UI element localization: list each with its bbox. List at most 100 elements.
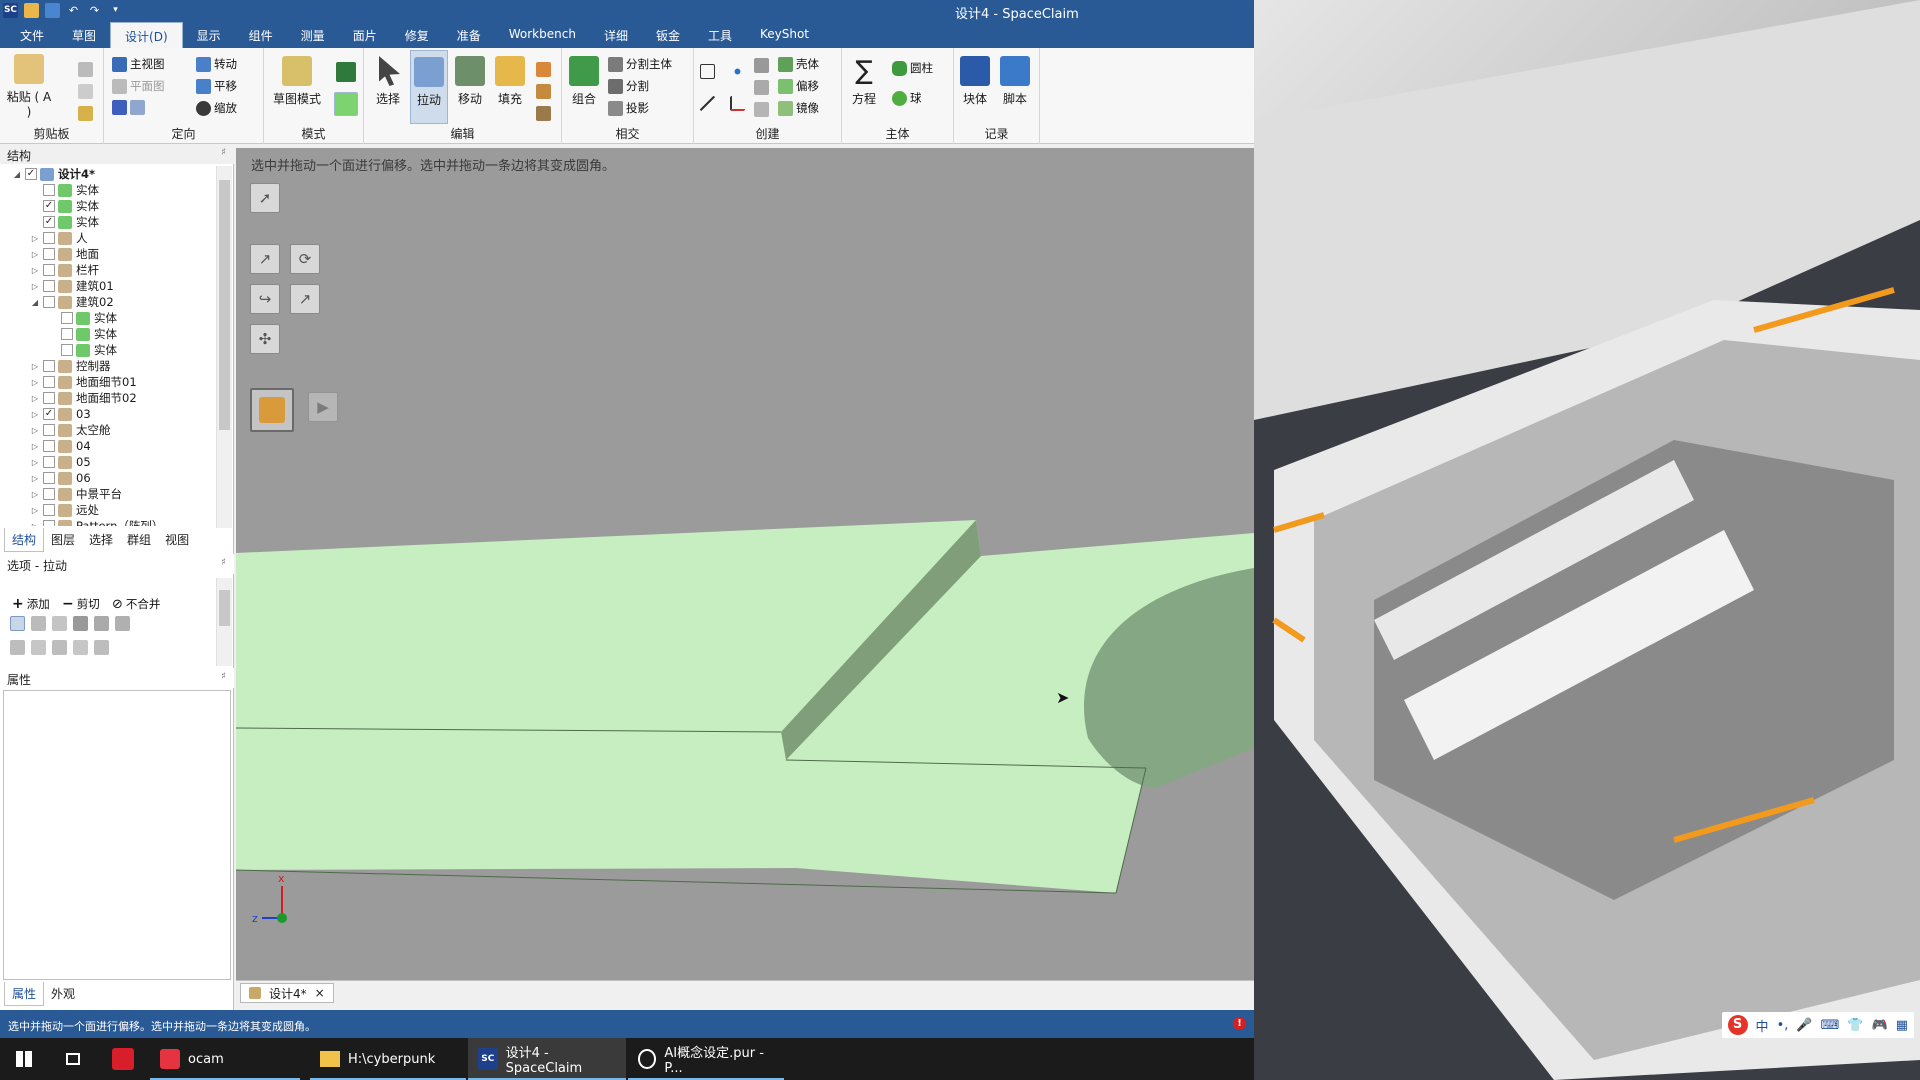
expand-arrow-icon[interactable]: ◢: [12, 170, 22, 179]
taskbar-painter[interactable]: AI概念设定.pur - P...: [628, 1038, 784, 1080]
linear-pattern-icon[interactable]: [754, 58, 769, 73]
pin-icon[interactable]: ♯: [221, 671, 226, 682]
visibility-checkbox[interactable]: [61, 328, 73, 340]
cylinder-button[interactable]: 圆柱: [892, 60, 933, 76]
no-merge-option[interactable]: ⊘ 不合并: [112, 596, 160, 612]
select-tool-button[interactable]: 选择: [370, 56, 406, 107]
visibility-checkbox[interactable]: [43, 456, 55, 468]
expand-arrow-icon[interactable]: ◢: [30, 298, 40, 307]
visibility-checkbox[interactable]: [43, 232, 55, 244]
visibility-checkbox[interactable]: ✓: [43, 408, 55, 420]
visibility-checkbox[interactable]: [43, 360, 55, 372]
save-icon[interactable]: [45, 3, 60, 18]
visibility-checkbox[interactable]: [43, 440, 55, 452]
complete-tool-button[interactable]: [250, 388, 294, 432]
option-tool-icon[interactable]: [73, 616, 88, 631]
plane-icon[interactable]: [700, 64, 715, 79]
taskbar-ocam[interactable]: ocam: [150, 1038, 300, 1080]
tree-item[interactable]: ◢ ✓ 设计4*: [12, 166, 95, 182]
tweak-face-icon[interactable]: [536, 106, 551, 121]
expand-arrow-icon[interactable]: ▷: [30, 362, 40, 371]
tree-item[interactable]: ▷ 中景平台: [30, 486, 122, 502]
tree-item[interactable]: ▷ 栏杆: [30, 262, 99, 278]
pin-icon[interactable]: ♯: [221, 147, 226, 158]
tree-item[interactable]: 实体: [30, 182, 99, 198]
start-button[interactable]: [0, 1038, 48, 1080]
pin-icon[interactable]: ♯: [221, 557, 226, 568]
axis-icon[interactable]: [730, 96, 745, 111]
shell-button[interactable]: 壳体: [778, 56, 819, 72]
expand-arrow-icon[interactable]: ▷: [30, 490, 40, 499]
tab-structure[interactable]: 结构: [4, 528, 45, 552]
combine-button[interactable]: 组合: [566, 56, 602, 107]
sphere-button[interactable]: 球: [892, 90, 922, 106]
tab-prepare[interactable]: 准备: [443, 22, 495, 48]
sweep-tool[interactable]: ↪: [250, 284, 280, 314]
expand-arrow-icon[interactable]: ▷: [30, 410, 40, 419]
option-tool-icon[interactable]: [52, 616, 67, 631]
tab-sketch[interactable]: 草图: [58, 22, 110, 48]
zoom-button[interactable]: 缩放: [196, 100, 237, 116]
expand-arrow-icon[interactable]: ▷: [30, 282, 40, 291]
plan-view-button[interactable]: 平面图: [112, 78, 165, 94]
visibility-checkbox[interactable]: [43, 424, 55, 436]
tree-item[interactable]: ✓ 实体: [30, 214, 99, 230]
mirror-button[interactable]: 镜像: [778, 100, 819, 116]
visibility-checkbox[interactable]: [43, 392, 55, 404]
tree-item[interactable]: 实体: [48, 342, 117, 358]
tree-item[interactable]: ▷ 太空舱: [30, 422, 111, 438]
visibility-checkbox[interactable]: [43, 280, 55, 292]
tree-item[interactable]: ▷ 地面细节02: [30, 390, 137, 406]
script-button[interactable]: 脚本: [998, 56, 1032, 107]
offset-button[interactable]: 偏移: [778, 78, 819, 94]
close-tab-icon[interactable]: ×: [315, 986, 325, 1000]
tab-layers[interactable]: 图层: [44, 528, 82, 552]
options-scrollbar[interactable]: [216, 578, 232, 666]
visibility-checkbox[interactable]: [61, 344, 73, 356]
scrollbar-thumb[interactable]: [219, 590, 230, 626]
option-tool-icon[interactable]: [94, 640, 109, 655]
game-icon[interactable]: 🎮: [1872, 1018, 1888, 1033]
tree-item[interactable]: ▷ 06: [30, 470, 91, 486]
point-icon[interactable]: [730, 64, 745, 79]
tree-item[interactable]: ▷ Pattern（阵列）: [30, 518, 163, 526]
microphone-icon[interactable]: 🎤: [1796, 1018, 1812, 1033]
skin-icon[interactable]: 👕: [1847, 1018, 1863, 1033]
format-painter-icon[interactable]: [78, 106, 93, 121]
warning-icon[interactable]: !: [1233, 1017, 1246, 1030]
expand-arrow-icon[interactable]: ▷: [30, 458, 40, 467]
redo-icon[interactable]: ↷: [87, 3, 102, 18]
structure-scrollbar[interactable]: [216, 166, 232, 528]
scrollbar-thumb[interactable]: [219, 180, 230, 430]
expand-arrow-icon[interactable]: ▷: [30, 234, 40, 243]
tree-item[interactable]: ▷ 04: [30, 438, 91, 454]
tree-item[interactable]: ▷ 05: [30, 454, 91, 470]
tree-item[interactable]: ✓ 实体: [30, 198, 99, 214]
split-button[interactable]: 分割: [608, 78, 649, 94]
undo-icon[interactable]: ↶: [66, 3, 81, 18]
tab-views[interactable]: 视图: [158, 528, 196, 552]
visibility-checkbox[interactable]: [43, 248, 55, 260]
scale-tool[interactable]: ✣: [250, 324, 280, 354]
tab-keyshot[interactable]: KeyShot: [746, 22, 823, 48]
next-tool-button[interactable]: ▶: [308, 392, 338, 422]
blend-icon[interactable]: [536, 62, 551, 77]
section-mode-icon[interactable]: [336, 62, 356, 82]
visibility-checkbox[interactable]: [43, 504, 55, 516]
option-tool-icon[interactable]: [94, 616, 109, 631]
project-button[interactable]: 投影: [608, 100, 649, 116]
tree-item[interactable]: ▷ 地面: [30, 246, 99, 262]
tree-item[interactable]: ▷ 人: [30, 230, 88, 246]
tab-file[interactable]: 文件: [6, 22, 58, 48]
expand-arrow-icon[interactable]: ▷: [30, 506, 40, 515]
option-tool-icon[interactable]: [73, 640, 88, 655]
visibility-checkbox[interactable]: ✓: [25, 168, 37, 180]
tree-item[interactable]: 实体: [48, 310, 117, 326]
tab-sheetmetal[interactable]: 钣金: [642, 22, 694, 48]
tree-item[interactable]: ▷ 远处: [30, 502, 99, 518]
tab-properties[interactable]: 属性: [4, 982, 45, 1006]
split-body-button[interactable]: 分割主体: [608, 56, 672, 72]
tab-repair[interactable]: 修复: [391, 22, 443, 48]
pull-tool-button[interactable]: 拉动: [410, 50, 448, 124]
3d-viewport[interactable]: 选中并拖动一个面进行偏移。选中并拖动一条边将其变成圆角。 ➚ ↗ ⟳ ↪ ↗ ✣…: [236, 148, 1254, 980]
